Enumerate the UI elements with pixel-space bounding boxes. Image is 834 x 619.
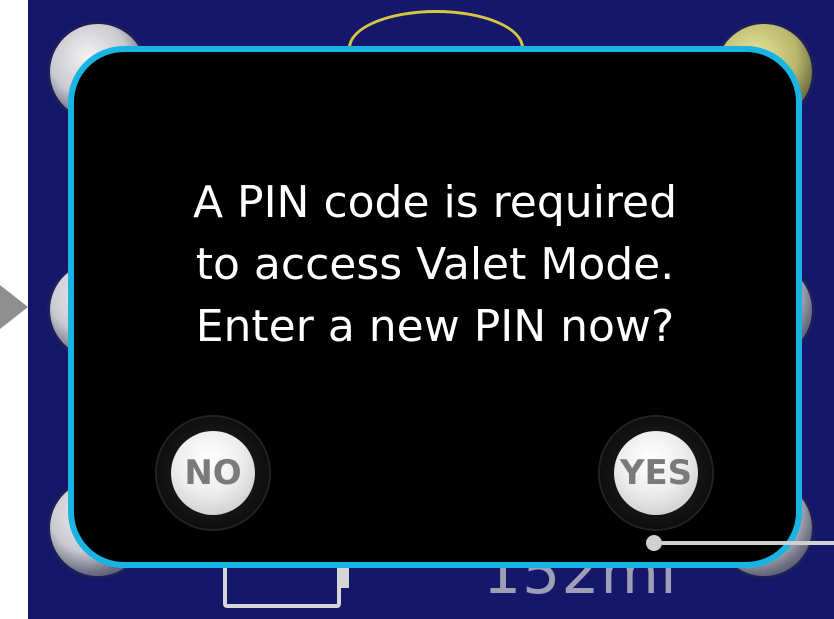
no-button-label[interactable]: NO — [171, 431, 255, 515]
no-button[interactable]: NO — [157, 417, 269, 529]
message-line-2: to access Valet Mode. — [195, 239, 675, 290]
callout-dot — [646, 535, 662, 551]
callout-line — [662, 541, 834, 545]
dialog-message: A PIN code is required to access Valet M… — [74, 172, 796, 358]
valet-pin-dialog: A PIN code is required to access Valet M… — [68, 46, 802, 568]
yes-button-label[interactable]: YES — [614, 431, 698, 515]
yes-button[interactable]: YES — [600, 417, 712, 529]
message-line-3: Enter a new PIN now? — [195, 301, 675, 352]
message-line-1: A PIN code is required — [192, 177, 678, 228]
pointer-arrow-icon — [0, 285, 28, 329]
